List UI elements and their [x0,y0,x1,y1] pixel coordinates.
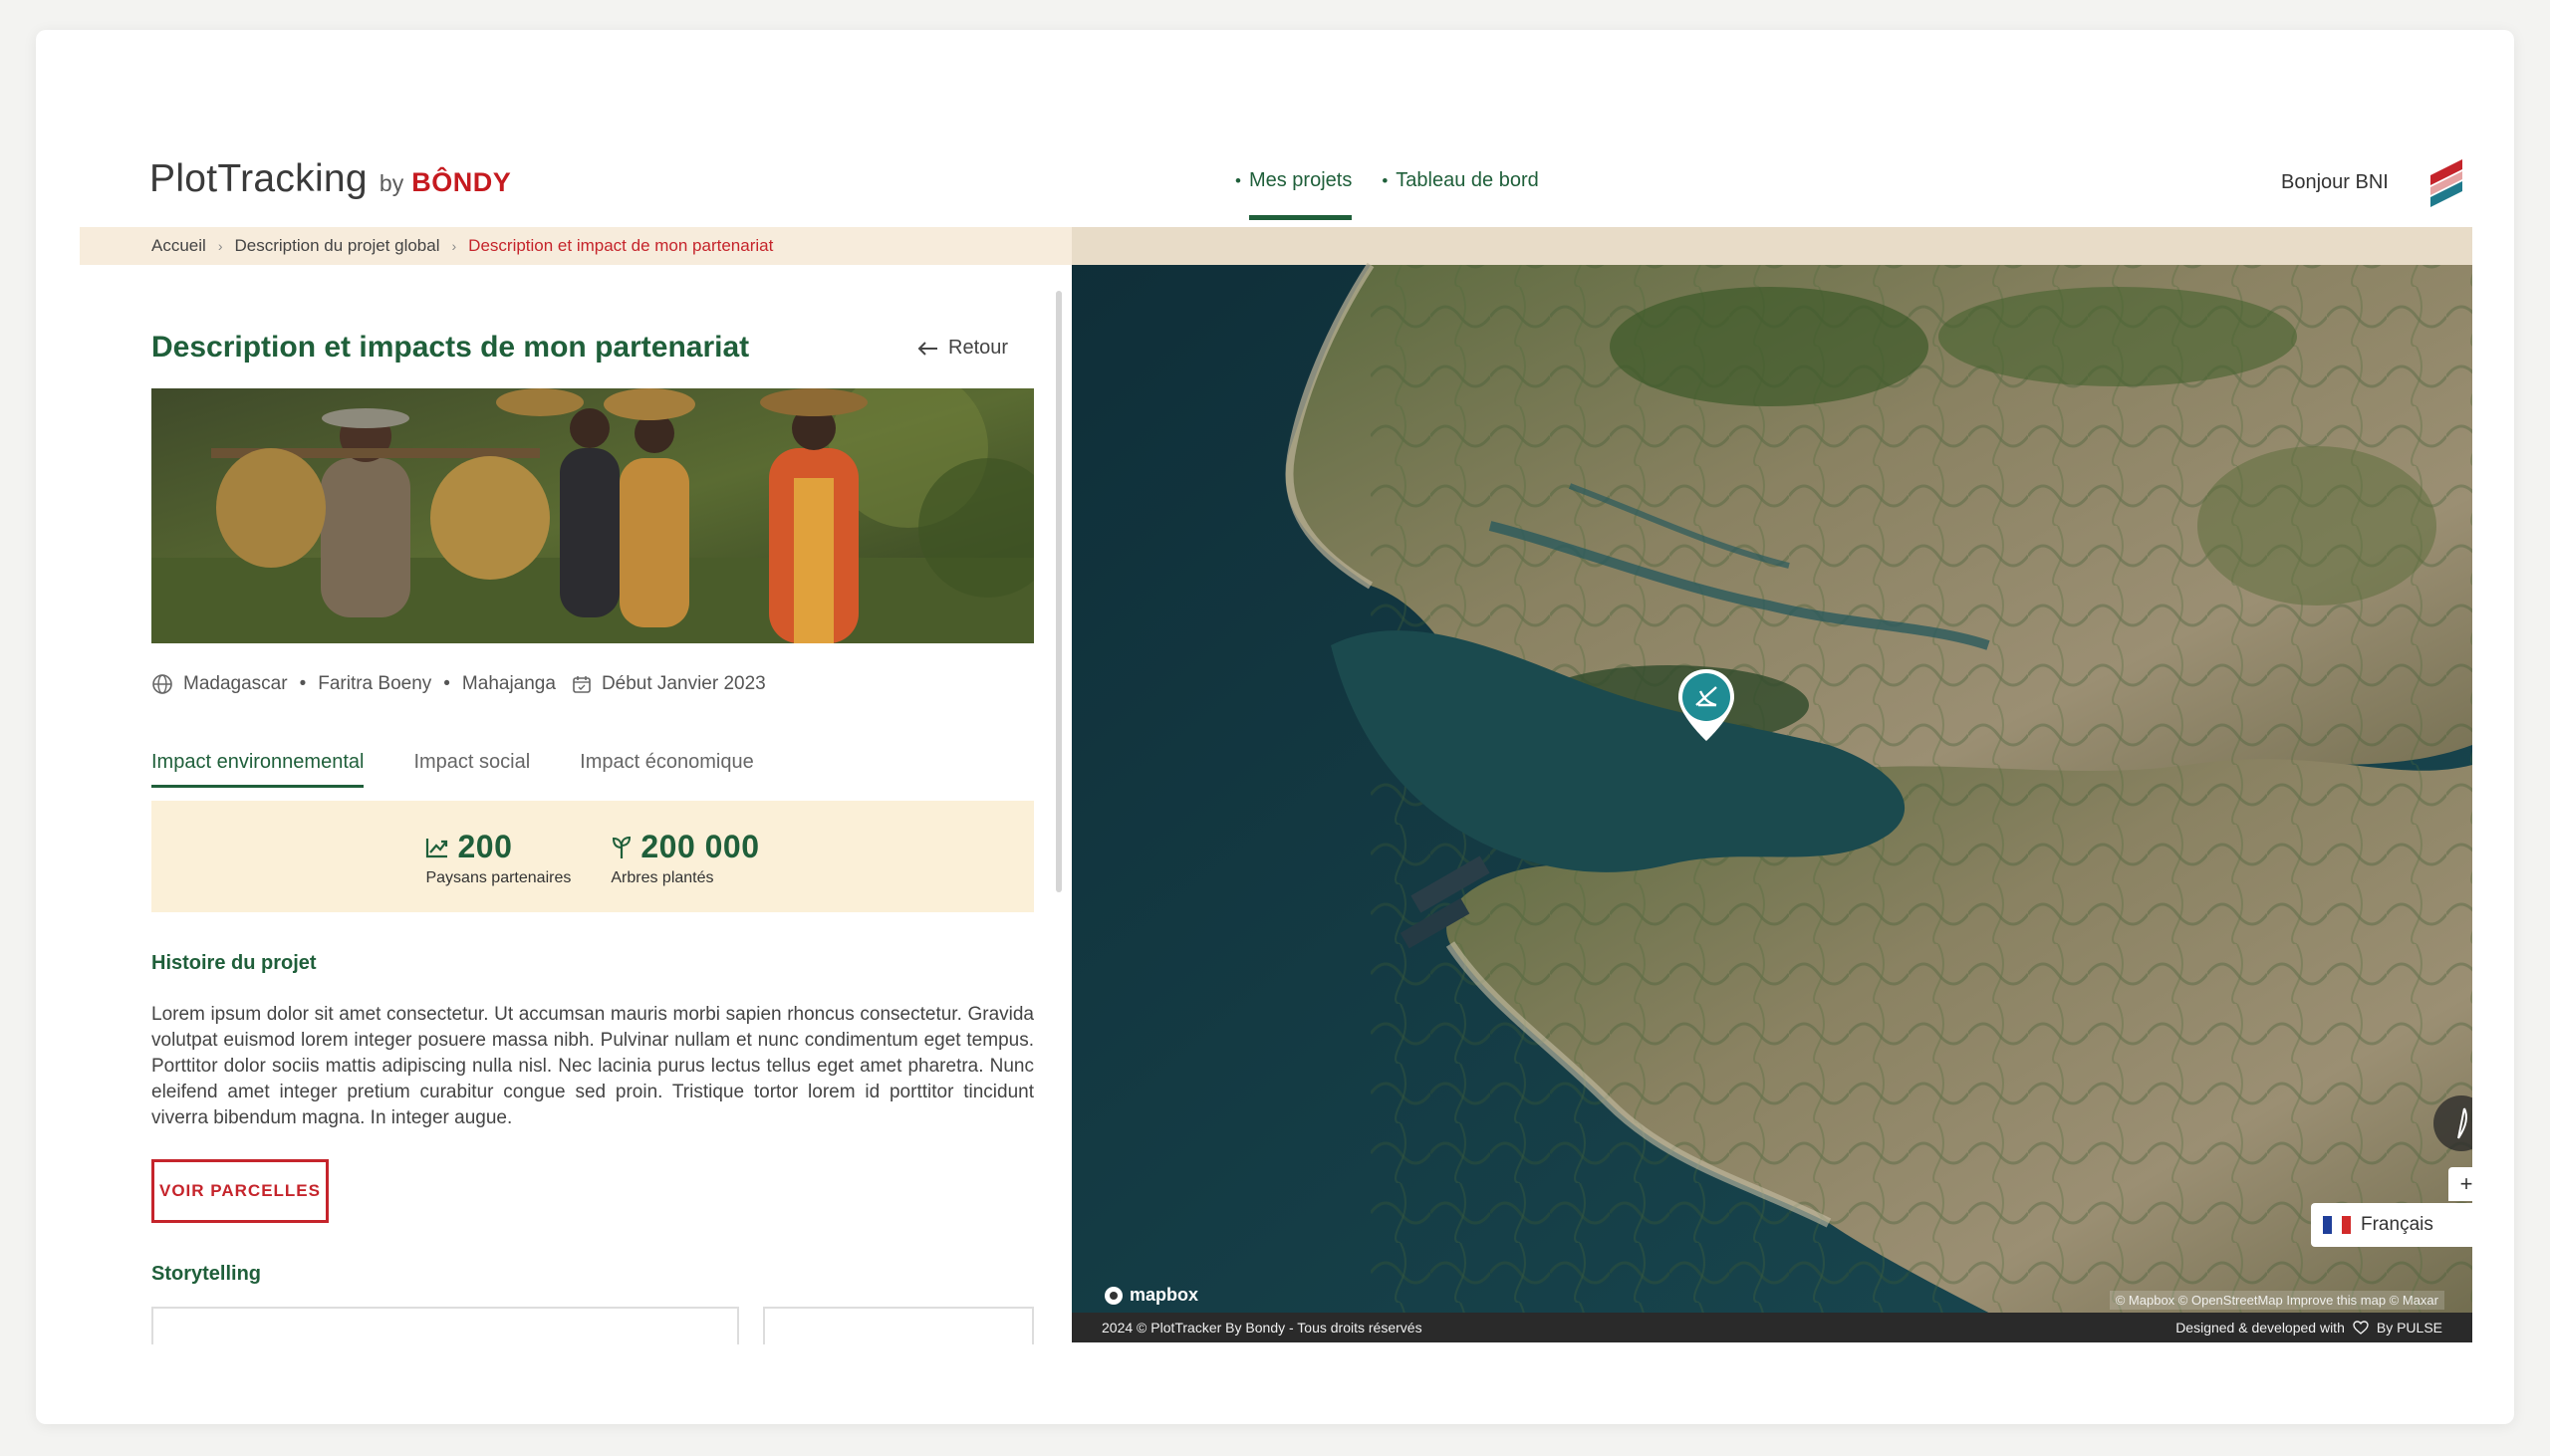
app-frame: PlotTracking by BÔNDY Mes projets Tablea… [80,30,2472,1424]
language-selector[interactable]: Français › [2311,1203,2472,1247]
globe-icon [152,674,172,694]
france-flag-icon [2323,1216,2351,1234]
project-hero-image [151,388,1034,643]
sprout-icon [613,836,632,858]
project-details-panel: Description et impacts de mon partenaria… [80,265,1036,1344]
zoom-in-button[interactable]: + [2448,1167,2472,1201]
meta-separator: • [443,673,450,694]
storytelling-title: Storytelling [151,1263,262,1285]
satellite-map[interactable]: + − Français › mapbox © Mapbox © OpenStr… [1072,227,2472,1342]
trending-up-icon [426,838,448,857]
view-parcels-button[interactable]: VOIR PARCELLES [151,1159,329,1223]
storytelling-cards [151,1307,1034,1344]
brand-company: BÔNDY [411,167,512,197]
stat-farmers: 200 Paysans partenaires [425,829,571,912]
meta-city: Mahajanga [461,673,556,694]
chevron-right-icon: › [451,238,457,254]
mapbox-label: mapbox [1130,1285,1199,1305]
breadcrumb-project[interactable]: Description du projet global [234,236,439,256]
history-title: Histoire du projet [151,952,317,974]
app-window: PlotTracking by BÔNDY Mes projets Tablea… [36,30,2514,1424]
back-button[interactable]: Retour [916,337,1008,360]
arrow-left-icon [917,341,937,356]
meta-start-date: Début Janvier 2023 [601,673,766,694]
project-meta: Madagascar • Faritra Boeny • Mahajanga D… [151,673,766,695]
chevron-right-icon: › [217,238,223,254]
history-text: Lorem ipsum dolor sit amet consectetur. … [151,1004,1034,1128]
main-nav: Mes projets Tableau de bord [1235,169,1539,220]
footer-credit-suffix[interactable]: By PULSE [2377,1320,2442,1335]
mapbox-icon [1105,1286,1123,1305]
tab-impact-economique[interactable]: Impact économique [580,751,754,788]
map-attribution[interactable]: © Mapbox © OpenStreetMap Improve this ma… [2109,1291,2444,1310]
footer-credits: Designed & developed with By PULSE [2175,1320,2442,1335]
brand-name: PlotTracking [149,157,368,200]
footer-copyright: 2024 © PlotTracker By Bondy - Tous droit… [1102,1320,1422,1335]
nav-tableau-de-bord[interactable]: Tableau de bord [1382,169,1538,220]
top-header: PlotTracking by BÔNDY Mes projets Tablea… [80,30,2472,227]
nav-mes-projets[interactable]: Mes projets [1235,169,1353,220]
map-imagery [1072,227,2472,1342]
mapbox-logo[interactable]: mapbox [1104,1285,1198,1306]
stat-trees-label: Arbres plantés [611,869,714,886]
stat-trees: 200 000 Arbres plantés [611,829,759,912]
user-greeting[interactable]: Bonjour BNI [2281,171,2389,194]
stat-trees-value: 200 000 [640,829,760,864]
language-label: Français [2361,1214,2433,1235]
stat-farmers-label: Paysans partenaires [425,869,572,886]
page-title: Description et impacts de mon partenaria… [151,331,750,364]
back-label: Retour [948,337,1009,359]
stat-farmers-value: 200 [457,829,513,864]
brand-by: by [379,170,404,196]
meta-country: Madagascar [183,673,288,694]
impact-tabs: Impact environnemental Impact social Imp… [151,751,754,788]
breadcrumb-home[interactable]: Accueil [151,236,206,256]
footer: 2024 © PlotTracker By Bondy - Tous droit… [1072,1313,2472,1342]
story-card[interactable] [763,1307,1034,1344]
project-location-pin[interactable] [1674,665,1738,745]
story-card[interactable] [151,1307,739,1344]
tab-impact-environnemental[interactable]: Impact environnemental [151,751,365,788]
meta-region: Faritra Boeny [318,673,432,694]
calendar-icon [573,676,591,693]
breadcrumb-current: Description et impact de mon partenariat [468,236,774,255]
footer-credit-prefix: Designed & developed with [2175,1320,2345,1335]
compass-needle-icon [2457,1107,2467,1139]
brand-logo[interactable]: PlotTracking by BÔNDY [149,157,511,201]
panel-scrollbar[interactable] [1056,291,1062,892]
impact-stats: 200 Paysans partenaires 200 000 Arbres p… [151,801,1034,912]
tab-impact-social[interactable]: Impact social [413,751,530,788]
heart-icon [2353,1321,2369,1335]
bondy-logo-icon[interactable] [2426,155,2466,211]
meta-separator: • [299,673,307,694]
